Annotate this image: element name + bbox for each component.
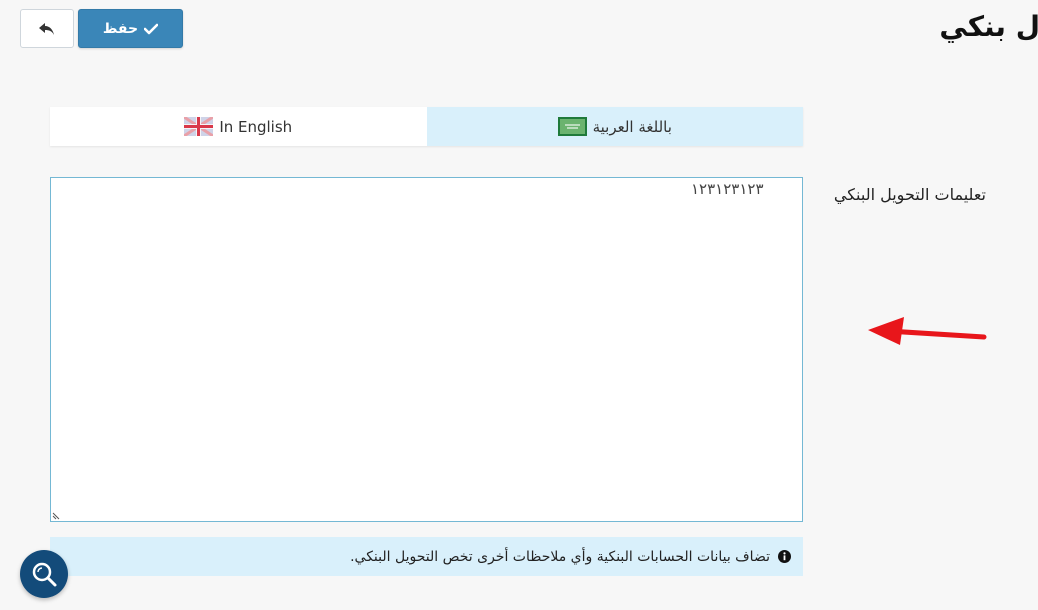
search-icon [32,562,57,587]
language-tabs: In English باللغة العربية [50,107,803,146]
uk-flag-icon [184,117,214,136]
reply-icon [39,22,54,35]
tab-arabic-label: باللغة العربية [592,117,672,136]
save-button[interactable]: حفظ [78,9,183,48]
info-icon [778,550,791,563]
tab-arabic[interactable]: باللغة العربية [426,107,803,146]
bank-transfer-instructions-textarea[interactable]: ١٢٣١٢٣١٢٣ [50,177,803,522]
help-text: تضاف بيانات الحسابات البنكية وأي ملاحظات… [350,548,770,565]
resize-grip-icon[interactable] [52,510,62,520]
saudi-flag-icon [557,117,587,136]
tab-english-label: In English [219,117,293,136]
textarea-value: ١٢٣١٢٣١٢٣ [691,180,764,198]
help-note: تضاف بيانات الحسابات البنكية وأي ملاحظات… [50,537,803,576]
back-button[interactable] [20,9,74,48]
check-icon [144,23,159,34]
save-button-label: حفظ [102,20,139,37]
tab-english[interactable]: In English [50,107,427,146]
bank-transfer-instructions-label: تعليمات التحويل البنكي [833,185,986,204]
page-title: ل بنكي [939,10,1038,43]
red-arrow-annotation [868,317,987,345]
search-button[interactable] [20,550,68,598]
